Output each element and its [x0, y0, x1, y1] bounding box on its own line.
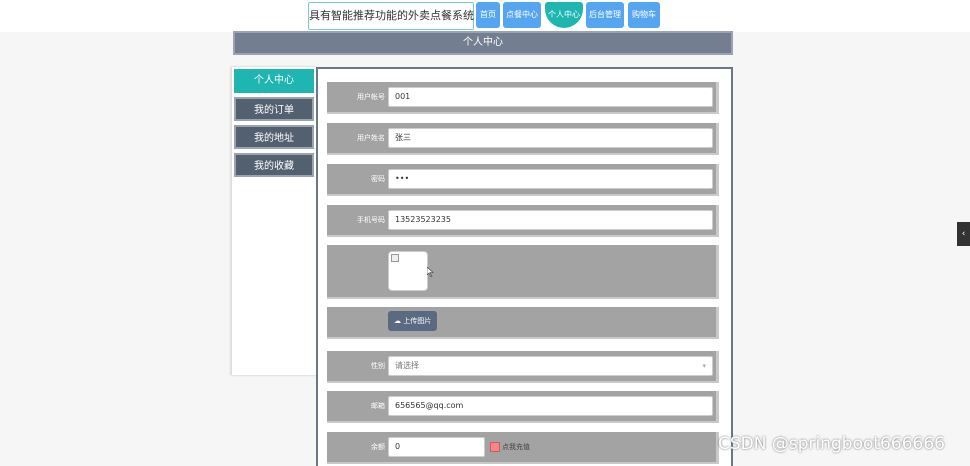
account-input[interactable]: 001 — [388, 87, 713, 107]
form-row-email: 邮箱 656565@qq.com — [327, 391, 719, 423]
nav-cart[interactable]: 购物车 — [628, 2, 660, 28]
form-row-balance: 余额 0 点我充值 — [327, 432, 719, 464]
form-row-phone: 手机号码 13523523235 — [327, 205, 719, 237]
gender-select[interactable]: 请选择 ▾ — [388, 356, 713, 376]
collapse-tab[interactable]: ‹ — [957, 222, 970, 246]
watermark: CSDN @springboot666666 — [718, 434, 945, 454]
chevron-left-icon: ‹ — [961, 229, 966, 239]
page-title-banner: 个人中心 — [233, 31, 733, 55]
email-input[interactable]: 656565@qq.com — [388, 396, 713, 416]
upload-button-label: 上传图片 — [403, 317, 432, 325]
recharge-link[interactable]: 点我充值 — [490, 440, 530, 454]
nav-order-center[interactable]: 点餐中心 — [503, 2, 541, 28]
phone-label: 手机号码 — [357, 216, 385, 224]
balance-label: 余额 — [371, 443, 385, 451]
mouse-cursor-icon — [427, 267, 434, 277]
site-title: 具有智能推荐功能的外卖点餐系统 — [308, 2, 474, 30]
recharge-label: 点我充值 — [502, 443, 530, 451]
sidebar-item-my-address[interactable]: 我的地址 — [234, 125, 314, 149]
form-row-upload: ☁ 上传图片 — [327, 307, 719, 339]
sidebar-item-personal-center[interactable]: 个人中心 — [234, 69, 314, 93]
form-row-name: 用户姓名 张三 — [327, 123, 719, 155]
gender-select-placeholder: 请选择 — [395, 361, 419, 370]
nav-home[interactable]: 首页 — [476, 2, 500, 28]
form-row-account: 用户帐号 001 — [327, 82, 719, 114]
cloud-upload-icon: ☁ — [394, 317, 401, 325]
password-label: 密码 — [371, 175, 385, 183]
upload-image-button[interactable]: ☁ 上传图片 — [388, 311, 438, 331]
form-row-gender: 性别 请选择 ▾ — [327, 351, 719, 383]
balance-input[interactable]: 0 — [388, 437, 485, 457]
sidebar-item-my-favorites[interactable]: 我的收藏 — [234, 153, 314, 177]
page: 具有智能推荐功能的外卖点餐系统 首页 点餐中心 个人中心 后台管理 购物车 个人… — [0, 0, 970, 466]
recharge-icon — [490, 442, 500, 452]
password-input[interactable]: ••• — [388, 169, 713, 189]
nav-admin[interactable]: 后台管理 — [586, 2, 624, 28]
avatar-preview[interactable] — [388, 251, 428, 291]
email-label: 邮箱 — [371, 402, 385, 410]
broken-image-icon — [391, 254, 399, 262]
name-input[interactable]: 张三 — [388, 128, 713, 148]
account-label: 用户帐号 — [357, 93, 385, 101]
form-row-avatar — [327, 245, 719, 299]
phone-input[interactable]: 13523523235 — [388, 210, 713, 230]
sidebar: 个人中心 我的订单 我的地址 我的收藏 — [231, 67, 316, 375]
chevron-down-icon: ▾ — [702, 362, 706, 370]
name-label: 用户姓名 — [357, 134, 385, 142]
gender-label: 性别 — [371, 362, 385, 370]
form-row-password: 密码 ••• — [327, 164, 719, 196]
sidebar-item-my-orders[interactable]: 我的订单 — [234, 97, 314, 121]
